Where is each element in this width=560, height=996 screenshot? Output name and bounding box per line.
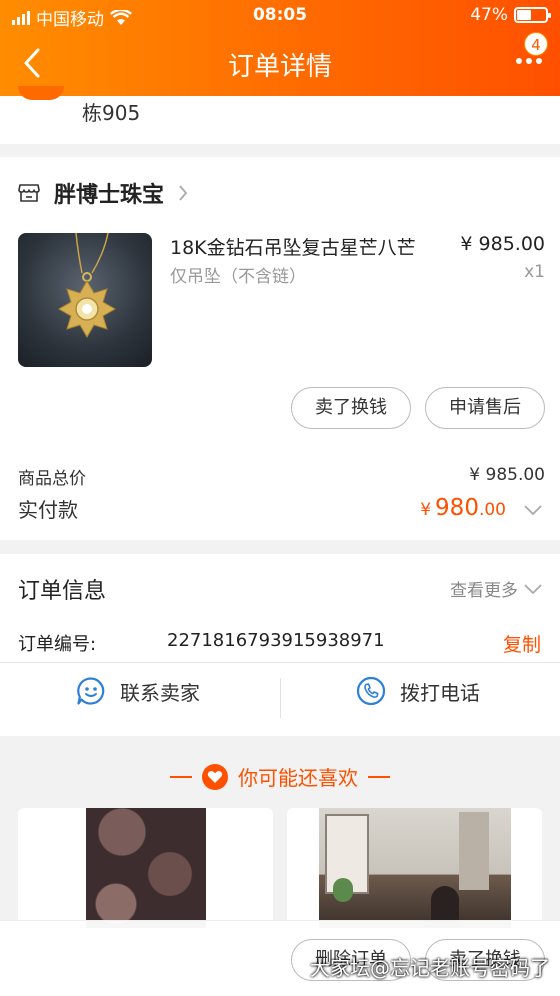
heart-icon: [202, 763, 228, 790]
header: 中国移动 08:05 47% 订单详情 4: [0, 0, 560, 96]
product-image[interactable]: [18, 233, 152, 367]
after-sale-button[interactable]: 申请售后: [425, 387, 545, 429]
paid-decimal: .00: [478, 500, 506, 520]
location-icon: [18, 86, 64, 100]
sell-item-button[interactable]: 卖了换钱: [291, 387, 411, 429]
battery-percent: 47%: [470, 5, 508, 25]
more-icon[interactable]: [516, 58, 542, 64]
chevron-down-icon: [524, 583, 542, 594]
total-label: 商品总价: [18, 469, 86, 489]
product-price: ¥ 985.00: [460, 233, 545, 255]
product-spec: 仅吊坠（不含链）: [170, 267, 306, 287]
battery-icon: [514, 7, 551, 23]
product-title[interactable]: 18K金钻石吊坠复古星芒八芒: [170, 233, 416, 260]
status-bar: 中国移动 08:05 47%: [0, 0, 560, 32]
chevron-down-icon: [524, 505, 542, 515]
phone-icon: [356, 676, 386, 706]
view-more-link[interactable]: 查看更多: [450, 576, 542, 601]
divider: [0, 662, 560, 663]
address-text: 栋905: [82, 101, 141, 125]
decorative-line: [170, 775, 192, 778]
call-label: 拨打电话: [400, 680, 480, 705]
recommend-item[interactable]: [287, 808, 542, 928]
order-info-title: 订单信息: [18, 579, 107, 604]
chevron-right-icon: [179, 185, 188, 201]
shop-name: 胖博士珠宝: [54, 183, 165, 208]
order-number: 2271816793915938971: [167, 630, 385, 651]
recommend-item[interactable]: [18, 808, 273, 928]
message-badge: 4: [524, 32, 548, 56]
order-info-card: 订单信息 查看更多 订单编号: 2271816793915938971 复制 联…: [0, 554, 560, 736]
chat-face-icon: [77, 677, 105, 705]
paid-integer: 980: [435, 495, 479, 521]
call-button[interactable]: 拨打电话: [356, 676, 480, 706]
watermark-text: 大家坛@忘记老账号密码了: [310, 956, 550, 980]
address-card[interactable]: 栋905: [0, 86, 560, 144]
paid-amount[interactable]: ¥ 980.00: [420, 495, 542, 521]
order-number-label: 订单编号:: [18, 634, 97, 655]
contact-seller-button[interactable]: 联系卖家: [76, 676, 200, 706]
order-item-card: 胖博士珠宝 18K金钻石吊坠复古星芒八芒 仅吊坠（不含链） ¥ 985.00 x…: [0, 157, 560, 540]
view-more-label: 查看更多: [450, 581, 518, 601]
interior-image: [319, 808, 511, 928]
shop-icon: [18, 184, 40, 202]
page-title: 订单详情: [227, 52, 332, 82]
shop-link[interactable]: 胖博士珠宝: [18, 177, 188, 209]
paid-currency: ¥: [420, 500, 432, 520]
decorative-line: [368, 775, 390, 778]
skirt-image: [86, 808, 206, 928]
copy-button[interactable]: 复制: [503, 630, 541, 657]
product-quantity: x1: [524, 262, 545, 282]
recommend-label: 你可能还喜欢: [238, 766, 358, 790]
total-value: ¥ 985.00: [469, 465, 545, 485]
recommend-title: 你可能还喜欢: [0, 762, 560, 791]
divider: [280, 678, 281, 718]
nav-bar: 订单详情 4: [0, 32, 560, 96]
paid-label: 实付款: [18, 498, 78, 522]
contact-seller-label: 联系卖家: [120, 680, 200, 705]
